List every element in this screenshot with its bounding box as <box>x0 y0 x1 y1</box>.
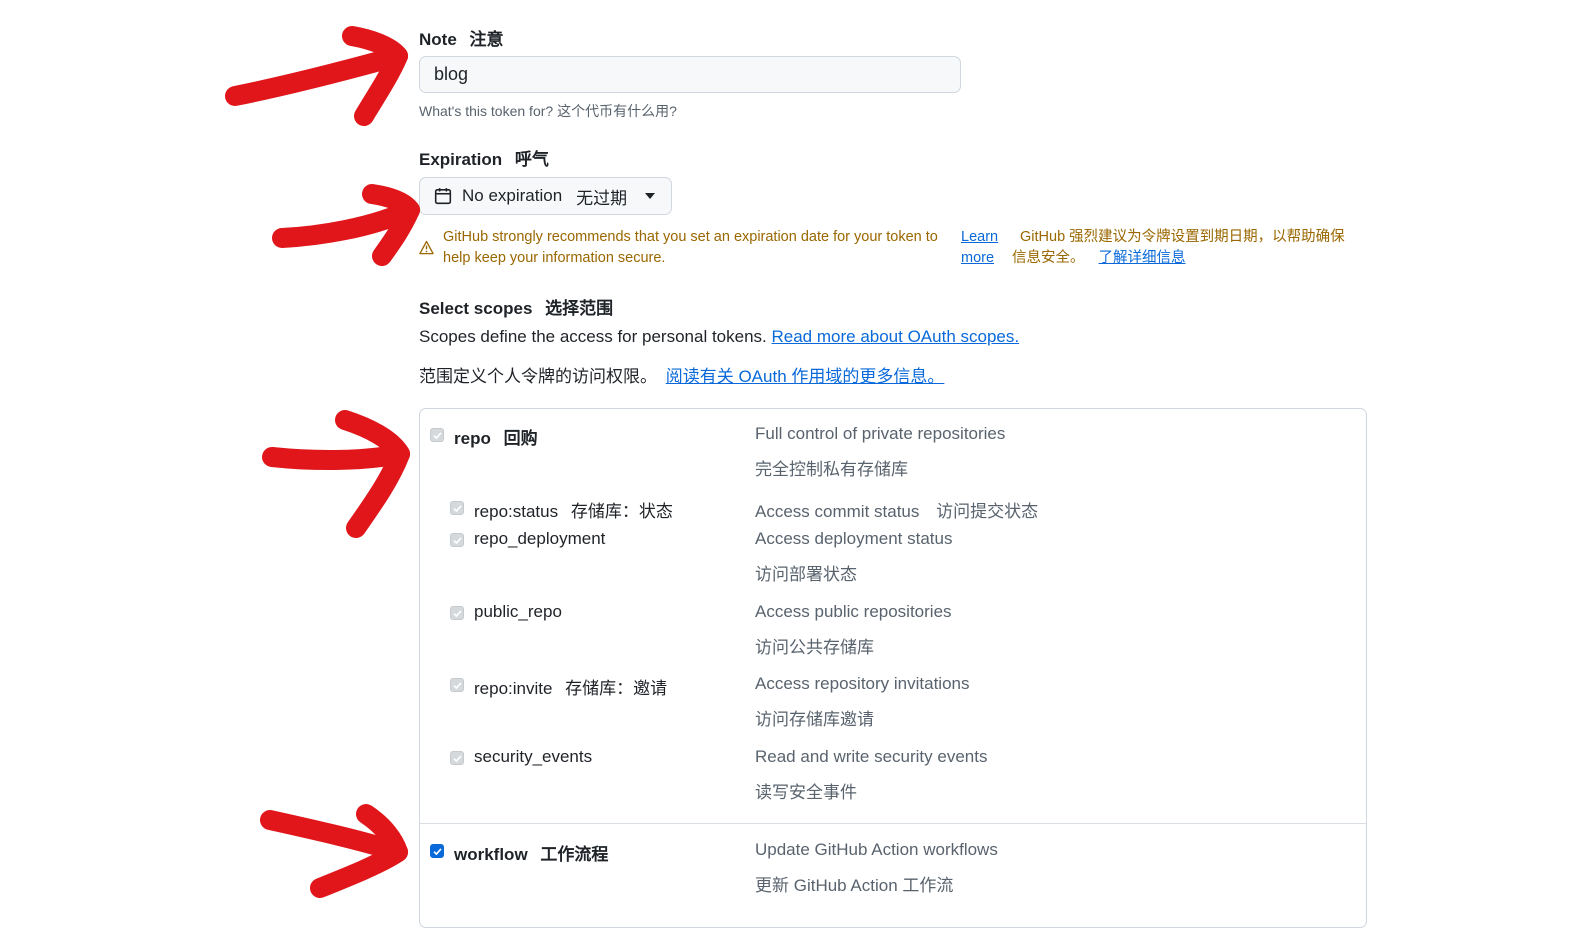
annotation-arrows <box>225 26 420 898</box>
annotation-arrow-workflow <box>260 804 408 898</box>
annotation-arrow-expiration <box>272 184 420 266</box>
annotation-arrow-note <box>225 26 408 126</box>
annotation-arrow-repo <box>262 410 410 538</box>
